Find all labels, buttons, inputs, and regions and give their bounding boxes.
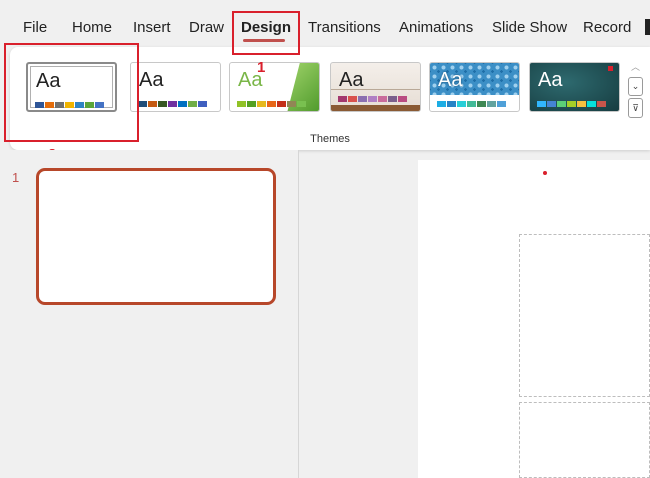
- theme-sample-text: Aa: [438, 69, 463, 91]
- annotation-box-office-theme: [4, 43, 139, 142]
- theme-organic[interactable]: Aa: [330, 62, 421, 112]
- ribbon-tab-bar: File Home Insert Draw Design Transitions…: [0, 0, 650, 48]
- theme-color-swatches: [437, 101, 506, 107]
- theme-sample-text: Aa: [538, 69, 563, 91]
- gallery-scroll-down-button[interactable]: ⌄: [628, 77, 643, 96]
- theme-sample-text: Aa: [139, 69, 164, 91]
- tab-record[interactable]: Record: [583, 19, 631, 36]
- theme-color-swatches: [338, 96, 407, 102]
- theme-decoration: [608, 66, 613, 71]
- slide-number: 1: [12, 170, 20, 185]
- chevron-down-icon: ⌄: [631, 81, 640, 91]
- theme-color-swatches: [138, 101, 207, 107]
- annotation-box-design-tab: [232, 11, 300, 55]
- tab-overflow-edge: [645, 19, 650, 35]
- theme-decoration: [331, 89, 420, 90]
- more-options-icon: ⊽: [632, 103, 639, 113]
- tab-home[interactable]: Home: [72, 19, 112, 36]
- tab-draw[interactable]: Draw: [189, 19, 224, 36]
- gallery-more-button[interactable]: ⊽: [628, 98, 643, 118]
- slide-marker-dot: [543, 171, 547, 175]
- slide-thumbnail[interactable]: [36, 168, 276, 305]
- annotation-number-1: 1: [257, 59, 266, 76]
- theme-facet[interactable]: Aa: [229, 62, 320, 112]
- theme-pattern[interactable]: Aa: [429, 62, 520, 112]
- subtitle-placeholder[interactable]: [519, 402, 650, 478]
- theme-color-swatches: [537, 101, 606, 107]
- theme-dark-teal[interactable]: Aa: [529, 62, 620, 112]
- theme-decoration: [331, 105, 420, 111]
- theme-office-2[interactable]: Aa: [130, 62, 221, 112]
- tab-animations[interactable]: Animations: [399, 19, 473, 36]
- title-placeholder[interactable]: [519, 234, 650, 397]
- tab-file[interactable]: File: [23, 19, 47, 36]
- chevron-up-icon: ︿: [630, 62, 640, 72]
- theme-color-swatches: [237, 101, 306, 107]
- tab-slide-show[interactable]: Slide Show: [492, 19, 567, 36]
- gallery-scroll-up-button[interactable]: ︿: [628, 59, 643, 76]
- tab-transitions[interactable]: Transitions: [308, 19, 381, 36]
- tab-insert[interactable]: Insert: [133, 19, 171, 36]
